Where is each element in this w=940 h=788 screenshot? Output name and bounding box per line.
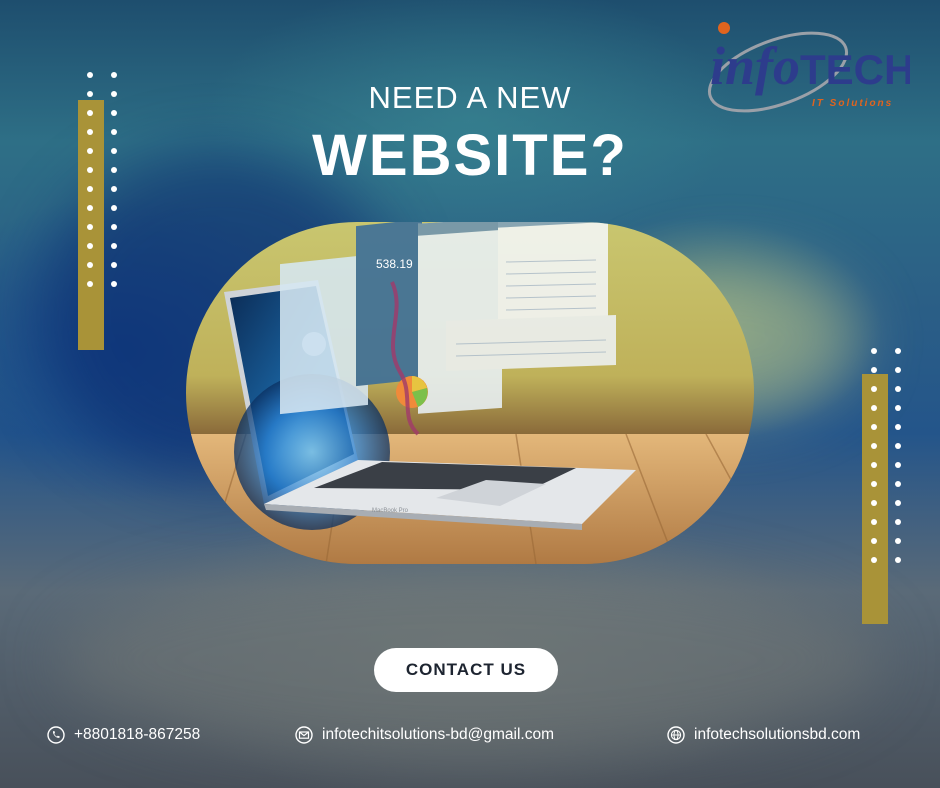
decorative-dot — [895, 405, 901, 411]
logo-tagline: IT Solutions — [812, 98, 893, 109]
decorative-dot — [111, 72, 117, 78]
decorative-dot — [895, 443, 901, 449]
email-text: infotechitsolutions-bd@gmail.com — [322, 726, 554, 743]
phone-icon — [47, 726, 65, 744]
decorative-dot — [895, 557, 901, 563]
decorative-dot — [871, 424, 877, 430]
contact-email[interactable]: infotechitsolutions-bd@gmail.com — [295, 724, 554, 746]
decorative-dot — [87, 243, 93, 249]
decorative-dot — [895, 367, 901, 373]
website-text: infotechsolutionsbd.com — [694, 726, 861, 743]
contact-website[interactable]: infotechsolutionsbd.com — [667, 724, 860, 746]
right-dot-grid — [871, 348, 901, 563]
decorative-dot — [871, 443, 877, 449]
contact-us-button[interactable]: CONTACT US — [374, 648, 558, 692]
decorative-dot — [87, 224, 93, 230]
decorative-dot — [871, 538, 877, 544]
decorative-dot — [895, 424, 901, 430]
decorative-dot — [111, 281, 117, 287]
decorative-dot — [87, 205, 93, 211]
decorative-dot — [871, 405, 877, 411]
decorative-dot — [895, 538, 901, 544]
decorative-dot — [87, 281, 93, 287]
contact-phone[interactable]: +8801818-867258 — [47, 724, 200, 746]
decorative-dot — [871, 519, 877, 525]
decorative-dot — [895, 519, 901, 525]
headline-main: WEBSITE? — [312, 123, 628, 188]
decorative-dot — [111, 243, 117, 249]
laptop-badge: MacBook Pro — [372, 508, 409, 514]
decorative-dot — [895, 386, 901, 392]
decorative-dot — [871, 367, 877, 373]
decorative-dot — [871, 500, 877, 506]
globe-icon — [667, 726, 685, 744]
decorative-dot — [871, 386, 877, 392]
decorative-dot — [871, 348, 877, 354]
infotech-logo: info TECH IT Solutions — [707, 22, 910, 113]
phone-text: +8801818-867258 — [74, 726, 201, 743]
decorative-dot — [111, 205, 117, 211]
decorative-dot — [87, 72, 93, 78]
decorative-dot — [87, 262, 93, 268]
decorative-dot — [895, 481, 901, 487]
decorative-dot — [111, 262, 117, 268]
flyer-canvas: NEED A NEW WEBSITE? info TECH IT Solutio… — [0, 0, 940, 788]
logo-info-text: info — [710, 36, 800, 96]
decorative-dot — [111, 224, 117, 230]
logo-tech-text: TECH — [800, 46, 910, 93]
hero-image: 538.19 MacBook Pro — [186, 222, 754, 564]
decorative-dot — [871, 481, 877, 487]
ticker-value: 538.19 — [376, 257, 413, 271]
decorative-dot — [895, 348, 901, 354]
laptop-illustration: 538.19 MacBook Pro — [186, 222, 754, 564]
decorative-dot — [895, 462, 901, 468]
decorative-dot — [871, 462, 877, 468]
mail-icon — [295, 726, 313, 744]
decorative-dot — [895, 500, 901, 506]
decorative-dot — [871, 557, 877, 563]
